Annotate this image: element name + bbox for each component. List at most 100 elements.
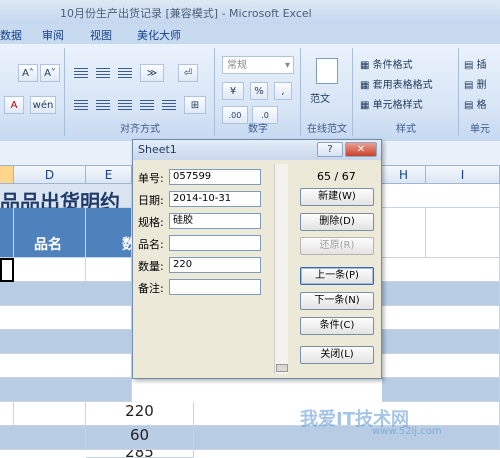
- insert-button[interactable]: ▤ 插: [464, 56, 487, 71]
- help-button[interactable]: ?: [317, 142, 343, 157]
- tab-data[interactable]: 数据: [0, 27, 22, 43]
- col-header-d[interactable]: D: [14, 166, 86, 184]
- header-cell[interactable]: [0, 208, 14, 258]
- align-right-icon[interactable]: [118, 100, 132, 110]
- band-row[interactable]: [382, 378, 500, 402]
- merge-cells-icon[interactable]: ⊞: [184, 96, 206, 114]
- sheet-title-cell[interactable]: 品品出货明约: [0, 184, 132, 214]
- quantity-cell[interactable]: 285: [86, 450, 194, 458]
- styles-group: ▦ 条件格式 ▦ 套用表格格式 ▦ 单元格样式 样式: [354, 48, 459, 136]
- remarks-field[interactable]: [169, 279, 261, 295]
- close-button[interactable]: 关闭(L): [300, 346, 374, 364]
- col-header-h[interactable]: H: [382, 166, 426, 184]
- restore-button[interactable]: 还原(R): [300, 237, 374, 255]
- font-shrink-button[interactable]: A˅: [40, 64, 60, 82]
- header-cell-name[interactable]: 品名: [14, 208, 86, 258]
- header-cell-qty[interactable]: 数: [86, 208, 136, 258]
- close-icon[interactable]: ✕: [345, 142, 377, 157]
- selected-cell[interactable]: [0, 258, 14, 282]
- band-row[interactable]: [0, 378, 132, 402]
- record-counter: 65 / 67: [317, 170, 356, 183]
- conditional-format-button[interactable]: ▦ 条件格式: [360, 56, 413, 71]
- data-form-dialog: Sheet1 ? ✕ 单号: 057599 日期: 2014-10-31 规格:…: [132, 139, 382, 379]
- cell[interactable]: [14, 258, 86, 282]
- order-number-field[interactable]: 057599: [169, 169, 261, 185]
- row[interactable]: [382, 354, 500, 378]
- cells-group-label: 单元: [470, 124, 490, 135]
- cell[interactable]: [382, 208, 426, 258]
- align-left-icon[interactable]: [74, 100, 88, 110]
- orientation-icon[interactable]: ≫: [140, 64, 164, 82]
- band-row[interactable]: [0, 426, 86, 450]
- align-center-icon[interactable]: [96, 100, 110, 110]
- row[interactable]: [0, 354, 132, 378]
- prev-record-button[interactable]: 上一条(P): [300, 267, 374, 285]
- new-button[interactable]: 新建(W): [300, 188, 374, 206]
- band-row[interactable]: [0, 330, 132, 354]
- record-scrollbar[interactable]: [274, 164, 288, 374]
- cell[interactable]: [426, 208, 500, 258]
- col-header-i[interactable]: I: [426, 166, 500, 184]
- cell-style-icon: ▦: [360, 100, 373, 111]
- phonetic-icon[interactable]: wén: [30, 96, 56, 114]
- field-label-product: 品名:: [138, 238, 164, 251]
- dialog-title-bar: Sheet1 ? ✕: [133, 140, 381, 160]
- row[interactable]: [382, 306, 500, 330]
- delete-icon: ▤: [464, 80, 477, 91]
- wrap-text-icon[interactable]: ⏎: [178, 64, 198, 82]
- date-field[interactable]: 2014-10-31: [169, 191, 261, 207]
- row[interactable]: [0, 306, 132, 330]
- title-bar: 10月份生产出货记录 [兼容模式] - Microsoft Excel: [0, 0, 500, 24]
- band-row[interactable]: [382, 330, 500, 354]
- font-grow-button[interactable]: A˄: [18, 64, 38, 82]
- col-header-prev[interactable]: [0, 166, 14, 184]
- next-record-button[interactable]: 下一条(N): [300, 292, 374, 310]
- font-group: A˄ A˅ A wén: [0, 48, 65, 136]
- spec-field[interactable]: 硅胶: [169, 213, 261, 229]
- styles-group-label: 样式: [396, 124, 416, 135]
- band-row[interactable]: [0, 282, 132, 306]
- header-label: 品名: [34, 237, 62, 253]
- row[interactable]: [382, 258, 500, 282]
- tab-beautify[interactable]: 美化大师: [137, 27, 181, 43]
- tab-review[interactable]: 审阅: [42, 27, 64, 43]
- number-format-value: 常规: [227, 60, 247, 71]
- cell[interactable]: [0, 402, 14, 426]
- quantity-field[interactable]: 220: [169, 257, 261, 273]
- table-format-button[interactable]: ▦ 套用表格格式: [360, 76, 433, 91]
- indent-increase-icon[interactable]: [162, 100, 176, 110]
- template-icon[interactable]: [316, 58, 338, 84]
- cell[interactable]: [382, 184, 500, 208]
- criteria-button[interactable]: 条件(C): [300, 317, 374, 335]
- number-group-label: 数字: [248, 124, 268, 135]
- align-bottom-icon[interactable]: [118, 68, 132, 78]
- align-top-icon[interactable]: [74, 68, 88, 78]
- delete-button[interactable]: ▤ 删: [464, 76, 487, 91]
- cell[interactable]: [86, 258, 132, 282]
- tab-view[interactable]: 视图: [90, 27, 112, 43]
- quantity-cell[interactable]: 60: [86, 426, 194, 450]
- number-format-select[interactable]: 常规 ▾: [222, 56, 294, 74]
- cell[interactable]: [14, 402, 86, 426]
- align-middle-icon[interactable]: [96, 68, 110, 78]
- field-label-remarks: 备注:: [138, 282, 164, 295]
- format-button[interactable]: ▤ 格: [464, 96, 487, 111]
- product-name-field[interactable]: [169, 235, 261, 251]
- comma-button[interactable]: ,: [274, 82, 292, 100]
- scroll-thumb[interactable]: [276, 364, 288, 372]
- ribbon-tabs: 数据 审阅 视图 美化大师: [0, 24, 500, 44]
- font-color-icon[interactable]: A: [4, 96, 24, 114]
- col-header-e[interactable]: E: [86, 166, 132, 184]
- quantity-value: 285: [125, 450, 154, 457]
- currency-icon[interactable]: ¥: [222, 82, 244, 100]
- delete-record-button[interactable]: 删除(D): [300, 213, 374, 231]
- template-button[interactable]: 范文: [310, 90, 330, 105]
- percent-button[interactable]: %: [250, 82, 268, 100]
- field-label-quantity: 数量:: [138, 260, 164, 273]
- dialog-title: Sheet1: [138, 143, 177, 156]
- quantity-cell[interactable]: 220: [86, 402, 194, 426]
- band-row[interactable]: [382, 282, 500, 306]
- indent-decrease-icon[interactable]: [140, 100, 154, 110]
- insert-icon: ▤: [464, 60, 477, 71]
- cell-style-button[interactable]: ▦ 单元格样式: [360, 96, 423, 111]
